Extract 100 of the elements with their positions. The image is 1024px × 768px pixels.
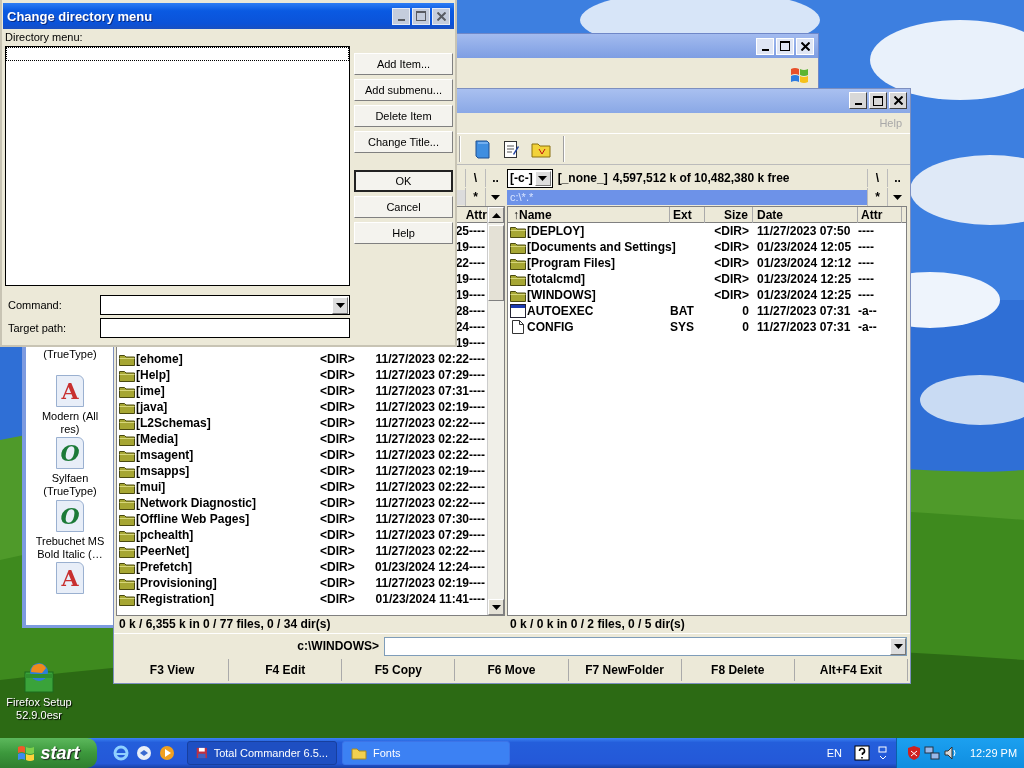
dialog-button[interactable]: Change Title... [354, 131, 453, 153]
file-size: <DIR> [319, 592, 356, 607]
file-name[interactable]: [L2Schemas] [136, 416, 211, 431]
folder-icon [119, 560, 135, 574]
file-name[interactable]: [msagent] [136, 448, 194, 463]
file-date: 11/27/2023 02:19 [374, 464, 469, 479]
file-size: <DIR> [319, 576, 356, 591]
parent-button[interactable]: .. [887, 169, 907, 188]
folder-icon [351, 746, 367, 760]
column-header[interactable]: Attr [858, 207, 902, 224]
dialog-button[interactable]: Add Item... [354, 53, 453, 75]
mail-icon[interactable] [136, 745, 152, 761]
file-name[interactable]: AUTOEXEC [527, 304, 594, 319]
root-button[interactable]: \ [465, 169, 485, 188]
column-header[interactable]: ↑Name [510, 207, 670, 224]
taskbar-button[interactable]: Fonts [342, 741, 510, 765]
file-date: 11/27/2023 07:29 [374, 528, 469, 543]
document-icon [512, 320, 524, 335]
file-name[interactable]: [Media] [136, 432, 178, 447]
folder-icon [119, 448, 135, 462]
file-size: <DIR> [319, 448, 356, 463]
file-extension: BAT [670, 304, 695, 319]
taskbar-button[interactable]: Total Commander 6.5... [187, 741, 337, 765]
file-name[interactable]: [Offline Web Pages] [136, 512, 250, 527]
dialog-button[interactable]: OK [354, 170, 453, 192]
parent-button[interactable]: .. [485, 169, 505, 188]
file-name[interactable]: [Registration] [136, 592, 214, 607]
file-name[interactable]: [Provisioning] [136, 576, 217, 591]
restore-icon[interactable] [878, 745, 888, 761]
file-name[interactable]: [pchealth] [136, 528, 194, 543]
dialog-button[interactable]: Help [354, 222, 453, 244]
file-date: 11/27/2023 07:30 [374, 512, 469, 527]
command-field[interactable] [100, 295, 350, 315]
file-attributes: ---- [469, 416, 486, 431]
file-date: 28 [455, 304, 469, 319]
file-name[interactable]: [java] [136, 400, 168, 415]
file-name[interactable]: [mui] [136, 480, 166, 495]
folder-icon[interactable] [531, 140, 551, 159]
scroll-thumb[interactable] [488, 225, 504, 302]
file-name[interactable]: [Documents and Settings] [527, 240, 676, 255]
speaker-icon[interactable] [943, 745, 959, 761]
column-header[interactable]: Size [705, 207, 753, 224]
font-name[interactable]: Trebuchet MS Bold Italic (… [35, 534, 105, 561]
file-attributes: ---- [469, 560, 486, 575]
desktop-icon-label[interactable]: Firefox Setup 52.9.0esr [4, 696, 74, 722]
file-name[interactable]: [totalcmd] [527, 272, 585, 287]
file-name[interactable]: [Prefetch] [136, 560, 192, 575]
file-name[interactable]: [Help] [136, 368, 170, 383]
notepad-icon[interactable] [502, 139, 520, 160]
column-header[interactable]: Ext [670, 207, 705, 224]
font-glyph: A [61, 567, 79, 590]
close-icon [800, 41, 810, 51]
file-name[interactable]: [WINDOWS] [527, 288, 596, 303]
file-name[interactable]: [ime] [136, 384, 165, 399]
file-name[interactable]: [DEPLOY] [527, 224, 585, 239]
media-player-icon[interactable] [159, 745, 175, 761]
file-attributes: ---- [469, 592, 486, 607]
target-path-field[interactable] [100, 318, 350, 338]
dialog-button[interactable]: Add submenu... [354, 79, 453, 101]
file-date: 11/27/2023 02:19 [374, 400, 469, 415]
start-button[interactable]: start [0, 738, 97, 768]
browser-icon[interactable] [113, 745, 129, 761]
file-name[interactable]: [Program Files] [527, 256, 616, 271]
file-name[interactable]: [ehome] [136, 352, 183, 367]
file-size: <DIR> [319, 352, 356, 367]
column-header[interactable]: Attr [465, 207, 487, 224]
file-name[interactable]: [msapps] [136, 464, 190, 479]
folder-icon [119, 528, 135, 542]
drive-dropdown[interactable]: [-c-] [507, 168, 553, 188]
column-header[interactable]: Date [753, 207, 858, 224]
file-attributes: ---- [469, 368, 486, 383]
root-button[interactable]: \ [867, 169, 887, 188]
file-name[interactable]: [Network Diagnostic] [136, 496, 256, 511]
font-file-icon[interactable]: O [56, 437, 84, 470]
book-icon[interactable] [473, 139, 491, 160]
shield-icon[interactable] [907, 745, 921, 761]
command-prompt: c:\WINDOWS> [296, 639, 379, 654]
file-name[interactable]: [PeerNet] [136, 544, 190, 559]
file-name[interactable]: CONFIG [527, 320, 574, 335]
dialog-button[interactable]: Cancel [354, 196, 453, 218]
file-size: <DIR> [713, 288, 750, 303]
windows-flag-icon [17, 744, 36, 762]
minimize-icon [854, 103, 862, 106]
help-icon[interactable] [854, 745, 870, 761]
language-indicator[interactable]: EN [826, 747, 842, 759]
dialog-button[interactable]: Delete Item [354, 105, 453, 127]
file-size: <DIR> [713, 256, 750, 271]
font-file-icon[interactable]: A [56, 562, 84, 595]
font-name[interactable]: Modern (All res) [35, 409, 105, 436]
file-attributes: ---- [469, 528, 486, 543]
scrollbar[interactable] [487, 207, 504, 616]
font-name[interactable]: (TrueType) [43, 348, 97, 361]
font-file-icon[interactable]: A [56, 374, 84, 407]
network-icon[interactable] [924, 745, 940, 761]
folder-icon [119, 480, 135, 494]
font-file-icon[interactable]: O [56, 499, 84, 532]
font-name[interactable]: Sylfaen (TrueType) [35, 472, 105, 499]
file-size: <DIR> [319, 544, 356, 559]
command-field[interactable] [384, 636, 907, 656]
font-glyph: O [60, 504, 80, 527]
